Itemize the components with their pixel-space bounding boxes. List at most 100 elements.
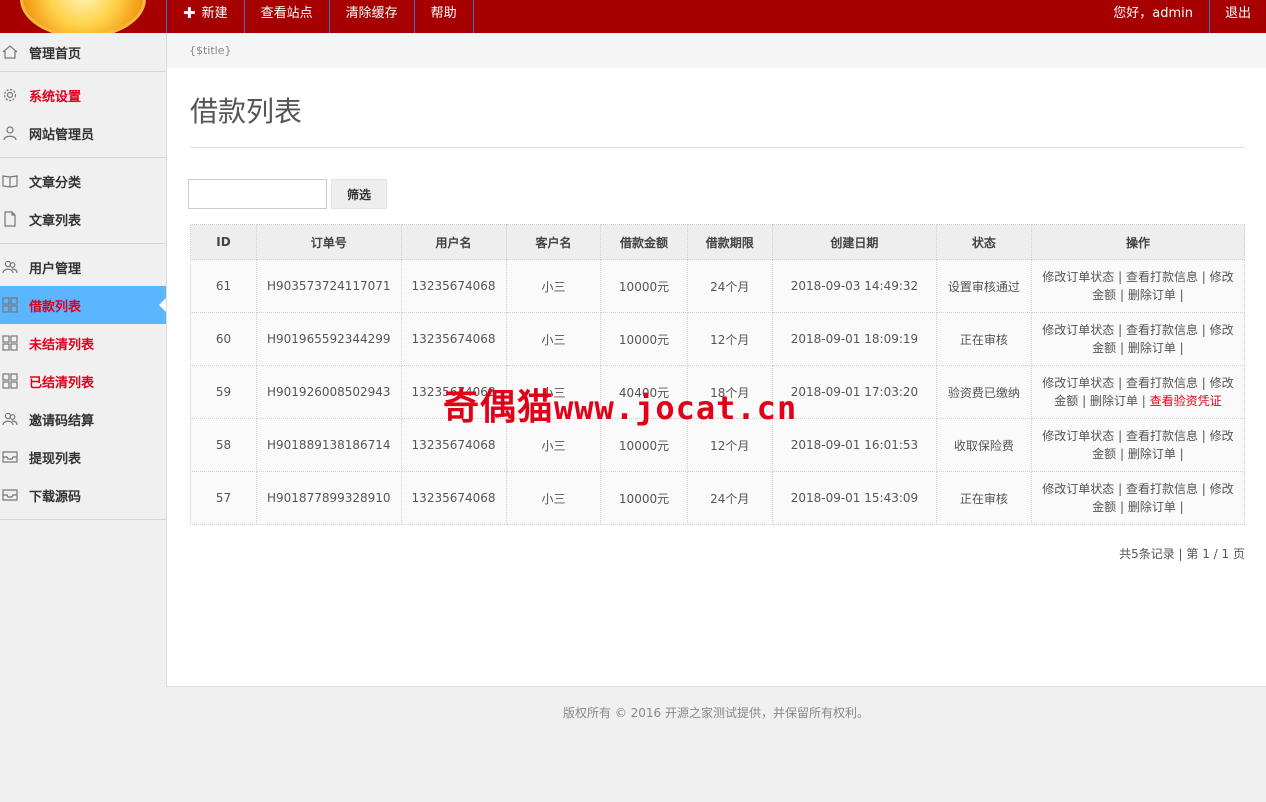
sidebar-item-unsettled-list[interactable]: 未结清列表 — [0, 324, 166, 362]
delete-order-link[interactable]: 删除订单 — [1128, 341, 1176, 355]
divider — [0, 519, 166, 520]
cell-actions: 修改订单状态 | 查看打款信息 | 修改金额 | 删除订单 | — [1030, 312, 1246, 366]
file-icon — [2, 211, 18, 227]
logout-button[interactable]: 退出 — [1208, 0, 1266, 33]
sidebar-item-withdrawals[interactable]: 提现列表 — [0, 438, 166, 476]
sidebar-item-label: 提现列表 — [29, 451, 82, 467]
edit-status-link[interactable]: 修改订单状态 — [1042, 270, 1114, 284]
cell-id: 60 — [190, 312, 257, 366]
view-payment-link[interactable]: 查看打款信息 — [1126, 376, 1198, 390]
delete-order-link[interactable]: 删除订单 — [1090, 394, 1138, 408]
cell-order-number: H901965592344299 — [256, 312, 402, 366]
inbox-icon — [2, 449, 18, 465]
filter-button[interactable]: 筛选 — [331, 179, 387, 209]
sidebar-item-download-source[interactable]: 下载源码 — [0, 476, 166, 514]
cell-order-number: H901926008502943 — [256, 365, 402, 419]
greeting: 您好，admin — [1113, 6, 1193, 21]
sidebar-item-home[interactable]: 管理首页 — [0, 33, 166, 71]
view-payment-link[interactable]: 查看打款信息 — [1126, 270, 1198, 284]
book-icon — [2, 173, 18, 189]
cell-id: 58 — [190, 418, 257, 472]
edit-status-link[interactable]: 修改订单状态 — [1042, 323, 1114, 337]
clear-cache-button[interactable]: 清除缓存 — [328, 0, 414, 33]
breadcrumb: {$title} — [167, 33, 1266, 68]
column-header: 订单号 — [256, 224, 402, 260]
cell-term: 24个月 — [686, 259, 773, 313]
cell-actions: 修改订单状态 | 查看打款信息 | 修改金额 | 删除订单 | — [1030, 418, 1246, 472]
view-payment-link[interactable]: 查看打款信息 — [1126, 429, 1198, 443]
clear-cache-label: 清除缓存 — [345, 6, 398, 21]
column-header: 创建日期 — [771, 224, 937, 260]
table-row: 61 H903573724117071 13235674068 小三 10000元 24个… — [190, 259, 1246, 313]
delete-order-link[interactable]: 删除订单 — [1128, 500, 1176, 514]
sidebar-item-label: 文章列表 — [29, 213, 82, 229]
sidebar-item-label: 用户管理 — [29, 261, 82, 277]
table-row: 60 H901965592344299 13235674068 小三 10000元 12个… — [190, 312, 1246, 366]
cell-order-number: H901889138186714 — [256, 418, 402, 472]
view-verification-link[interactable]: 查看验资凭证 — [1150, 394, 1222, 408]
sidebar-item-loan-list[interactable]: 借款列表 — [0, 286, 167, 324]
sidebar-item-label: 管理首页 — [29, 46, 82, 62]
cell-created-date: 2018-09-01 15:43:09 — [771, 471, 937, 525]
delete-order-link[interactable]: 删除订单 — [1128, 447, 1176, 461]
sidebar-item-label: 下载源码 — [29, 489, 82, 505]
view-site-button[interactable]: 查看站点 — [243, 0, 329, 33]
top-right: 您好，admin 退出 — [1097, 0, 1266, 33]
sidebar-item-label: 网站管理员 — [29, 127, 95, 143]
sidebar-item-settled-list[interactable]: 已结清列表 — [0, 362, 166, 400]
cell-amount: 10000元 — [600, 259, 688, 313]
top-nav: ✚ 新建 查看站点 清除缓存 帮助 — [166, 0, 474, 33]
view-payment-link[interactable]: 查看打款信息 — [1126, 482, 1198, 496]
column-header: 用户名 — [400, 224, 507, 260]
cell-actions: 修改订单状态 | 查看打款信息 | 修改金额 | 删除订单 | 查看验资凭证 — [1030, 365, 1246, 419]
edit-status-link[interactable]: 修改订单状态 — [1042, 482, 1114, 496]
sidebar-item-admins[interactable]: 网站管理员 — [0, 114, 166, 152]
column-header: 状态 — [935, 224, 1032, 260]
top-bar: ✚ 新建 查看站点 清除缓存 帮助 您好，admin 退出 — [0, 0, 1266, 33]
delete-order-link[interactable]: 删除订单 — [1128, 288, 1176, 302]
cell-customer: 小三 — [505, 259, 602, 313]
sidebar-item-invite-settlement[interactable]: 邀请码结算 — [0, 400, 166, 438]
cell-term: 12个月 — [686, 312, 773, 366]
sidebar-item-label: 邀请码结算 — [29, 413, 95, 429]
sidebar-item-article-list[interactable]: 文章列表 — [0, 200, 166, 238]
sidebar-item-label: 未结清列表 — [29, 337, 95, 353]
edit-status-link[interactable]: 修改订单状态 — [1042, 376, 1114, 390]
footer: 版权所有 © 2016 开源之家测试提供，并保留所有权利。 — [166, 686, 1266, 802]
sidebar-item-label: 文章分类 — [29, 175, 82, 191]
cell-created-date: 2018-09-01 18:09:19 — [771, 312, 937, 366]
watermark: 奇偶猫www.jocat.cn — [443, 378, 797, 430]
cell-order-number: H903573724117071 — [256, 259, 402, 313]
cell-customer: 小三 — [505, 312, 602, 366]
new-button[interactable]: ✚ 新建 — [166, 0, 244, 33]
cell-status: 正在审核 — [935, 312, 1032, 366]
users-icon — [2, 259, 18, 275]
divider — [0, 243, 166, 244]
cell-id: 59 — [190, 365, 257, 419]
sidebar: 管理首页 系统设置 网站管理员 文章分类 文章列表 用户管理 借款列表 未结清列… — [0, 33, 167, 802]
new-label: 新建 — [201, 6, 228, 21]
view-payment-link[interactable]: 查看打款信息 — [1126, 323, 1198, 337]
cell-status: 设置审核通过 — [935, 259, 1032, 313]
cell-id: 57 — [190, 471, 257, 525]
column-header: ID — [190, 224, 257, 260]
sidebar-item-users[interactable]: 用户管理 — [0, 248, 166, 286]
page-title: 借款列表 — [190, 95, 303, 128]
view-site-label: 查看站点 — [260, 6, 313, 21]
cell-id: 61 — [190, 259, 257, 313]
table-row: 57 H901877899328910 13235674068 小三 10000元 24个… — [190, 471, 1246, 525]
edit-status-link[interactable]: 修改订单状态 — [1042, 429, 1114, 443]
help-button[interactable]: 帮助 — [413, 0, 474, 33]
sidebar-item-settings[interactable]: 系统设置 — [0, 76, 166, 114]
plus-icon: ✚ — [183, 4, 196, 22]
grid-icon — [2, 335, 18, 351]
cell-amount: 10000元 — [600, 312, 688, 366]
sidebar-item-label: 已结清列表 — [29, 375, 95, 391]
column-header: 操作 — [1030, 224, 1246, 260]
table-header-row: ID 订单号 用户名 客户名 借款金额 借款期限 创建日期 状态 操作 — [190, 224, 1246, 260]
divider — [0, 71, 166, 72]
grid-icon — [2, 373, 18, 389]
sidebar-item-article-categories[interactable]: 文章分类 — [0, 162, 166, 200]
cell-status: 收取保险费 — [935, 418, 1032, 472]
filter-input[interactable] — [188, 179, 327, 209]
